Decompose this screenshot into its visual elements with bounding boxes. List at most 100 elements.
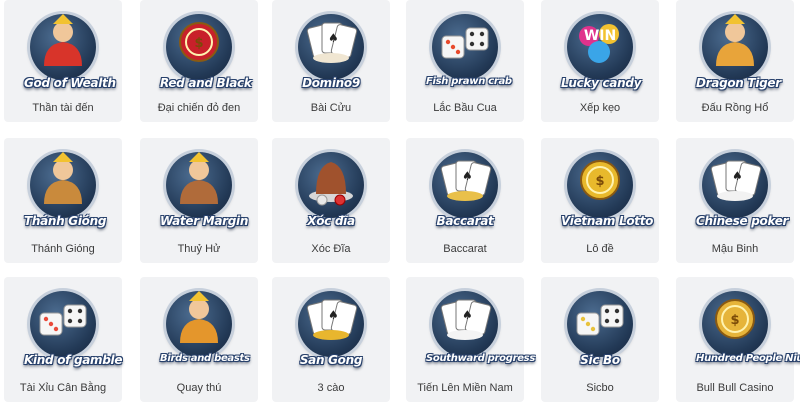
game-title: Southward progress (426, 353, 535, 364)
dragon-tiger-icon (716, 14, 754, 66)
game-title: Sic Bo (580, 353, 620, 367)
game-caption: Thần tài đến (32, 102, 94, 114)
god-of-wealth-icon (44, 14, 82, 66)
game-caption: Baccarat (443, 243, 487, 255)
game-title: Lucky candy (561, 76, 642, 90)
game-card[interactable]: $ Hundred People Niuniu Bull Bull Casino (676, 277, 800, 402)
game-card[interactable]: Sic Bo Sicbo (541, 277, 659, 402)
lucky-candy-icon: WIN (579, 24, 619, 63)
game-grid: God of Wealth Thần tài đến $ Red and Black… (0, 0, 800, 402)
game-title: Water Margin (160, 214, 249, 228)
game-title: Hundred People Niuniu (696, 353, 800, 364)
game-card[interactable]: ♠ San Gong 3 cào (272, 277, 390, 402)
lion-icon (180, 291, 218, 343)
game-card[interactable]: Fish prawn crab Lắc Bầu Cua (406, 0, 524, 122)
water-margin-icon (180, 152, 218, 204)
chinese-poker-icon: ♠ (710, 160, 762, 201)
game-icon-button[interactable]: ♠ Domino9 (292, 6, 370, 90)
game-icon-button[interactable]: ♠ San Gong (292, 283, 370, 367)
game-card[interactable]: ♠ Domino9 Bài Cửu (272, 0, 390, 122)
game-icon-button[interactable]: ♠ Southward progress (426, 283, 535, 364)
game-caption: Sicbo (586, 382, 614, 394)
game-icon-button[interactable]: Thánh Gióng (24, 144, 106, 228)
game-card[interactable]: ♠ Chinese poker Mậu Binh (676, 138, 794, 263)
game-icon-button[interactable]: ♠ Baccarat (426, 144, 504, 228)
game-icon-button[interactable]: WIN Lucky candy (561, 6, 641, 90)
game-card[interactable]: God of Wealth Thần tài đến (4, 0, 122, 122)
game-caption: Xếp kẹo (579, 102, 621, 114)
game-title: Birds and beasts (160, 353, 250, 364)
game-icon-button[interactable]: Dragon Tiger (696, 6, 781, 90)
game-icon-button[interactable]: Xóc đĩa (292, 144, 370, 228)
game-icon-button[interactable]: Sic Bo (561, 283, 639, 367)
game-icon-button[interactable]: $ Vietnam Lotto (561, 144, 653, 228)
game-caption: Tiến Lên Miền Nam (417, 382, 513, 394)
game-caption: Đấu Rồng Hổ (701, 102, 769, 114)
game-title: Chinese poker (696, 214, 789, 228)
vietnam-lotto-icon: $ (580, 160, 620, 200)
game-icon-button[interactable]: Water Margin (160, 144, 248, 228)
game-card[interactable]: Birds and beasts Quay thú (140, 277, 258, 402)
game-icon-button[interactable]: Birds and beasts (160, 283, 250, 364)
game-caption: Bull Bull Casino (696, 382, 774, 394)
game-card[interactable]: WIN Lucky candy Xếp kẹo (541, 0, 659, 122)
game-card[interactable]: Dragon Tiger Đấu Rồng Hổ (676, 0, 794, 122)
game-title: God of Wealth (24, 76, 116, 90)
game-caption: Tài Xỉu Cân Bằng (19, 382, 107, 394)
svg-text:♠: ♠ (462, 308, 473, 322)
game-caption: Bài Cửu (310, 102, 352, 114)
game-caption: Xóc Đĩa (311, 243, 351, 255)
game-title: Red and Black (160, 76, 252, 90)
svg-text:♠: ♠ (328, 31, 339, 45)
game-title: San Gong (299, 353, 363, 367)
game-card[interactable]: ♠ Baccarat Baccarat (406, 138, 524, 263)
game-title: Xóc đĩa (307, 214, 355, 228)
svg-text:$: $ (595, 174, 604, 189)
game-title: Fish prawn crab (426, 76, 512, 87)
sic-bo-icon (576, 304, 624, 336)
game-caption: Mậu Binh (711, 243, 759, 255)
southward-progress-icon: ♠ (440, 299, 492, 340)
game-caption: 3 cào (317, 382, 345, 394)
game-card[interactable]: Kind of gamble Tài Xỉu Cân Bằng (4, 277, 123, 402)
game-title: Thánh Gióng (24, 214, 107, 228)
xoc-dia-icon (309, 162, 353, 206)
game-icon-button[interactable]: ♠ Chinese poker (696, 144, 788, 228)
game-caption: Quay thú (176, 382, 222, 394)
game-caption: Lắc Bầu Cua (433, 102, 497, 114)
thanh-giong-icon (44, 152, 82, 204)
game-icon-button[interactable]: $ Hundred People Niuniu (696, 283, 800, 364)
game-title: Baccarat (436, 214, 494, 228)
baccarat-icon: ♠ (440, 160, 492, 201)
fish-prawn-crab-icon (441, 27, 489, 59)
game-card[interactable]: Xóc đĩa Xóc Đĩa (272, 138, 390, 263)
niuniu-icon: $ (715, 299, 755, 339)
game-caption: Lô đề (586, 243, 614, 255)
game-card[interactable]: $ Red and Black Đại chiến đỏ đen (140, 0, 258, 122)
game-card[interactable]: $ Vietnam Lotto Lô đề (541, 138, 659, 263)
game-title: Kind of gamble (24, 353, 123, 367)
game-icon-button[interactable]: $ Red and Black (160, 6, 252, 90)
game-title: Dragon Tiger (696, 76, 781, 90)
domino9-icon: ♠ (306, 22, 358, 63)
game-card[interactable]: Thánh Gióng Thánh Gióng (4, 138, 122, 263)
svg-text:♠: ♠ (462, 169, 473, 183)
game-title: Domino9 (302, 76, 360, 90)
dice-icon (39, 304, 87, 336)
game-card[interactable]: Water Margin Thuỷ Hử (140, 138, 258, 263)
game-icon-button[interactable]: Kind of gamble (24, 283, 123, 367)
game-icon-button[interactable]: God of Wealth (24, 6, 116, 90)
svg-text:♠: ♠ (732, 169, 743, 183)
game-title: Vietnam Lotto (561, 214, 654, 228)
san-gong-icon: ♠ (306, 299, 358, 340)
game-card[interactable]: ♠ Southward progress Tiến Lên Miền Nam (406, 277, 535, 402)
svg-text:WIN: WIN (584, 28, 616, 44)
svg-text:$: $ (194, 36, 203, 51)
game-caption: Đại chiến đỏ đen (157, 102, 241, 114)
red-and-black-icon: $ (179, 22, 219, 62)
game-caption: Thuỷ Hử (177, 243, 221, 255)
svg-text:$: $ (730, 313, 739, 328)
game-icon-button[interactable]: Fish prawn crab (426, 6, 512, 87)
game-caption: Thánh Gióng (31, 243, 95, 255)
svg-text:♠: ♠ (328, 308, 339, 322)
